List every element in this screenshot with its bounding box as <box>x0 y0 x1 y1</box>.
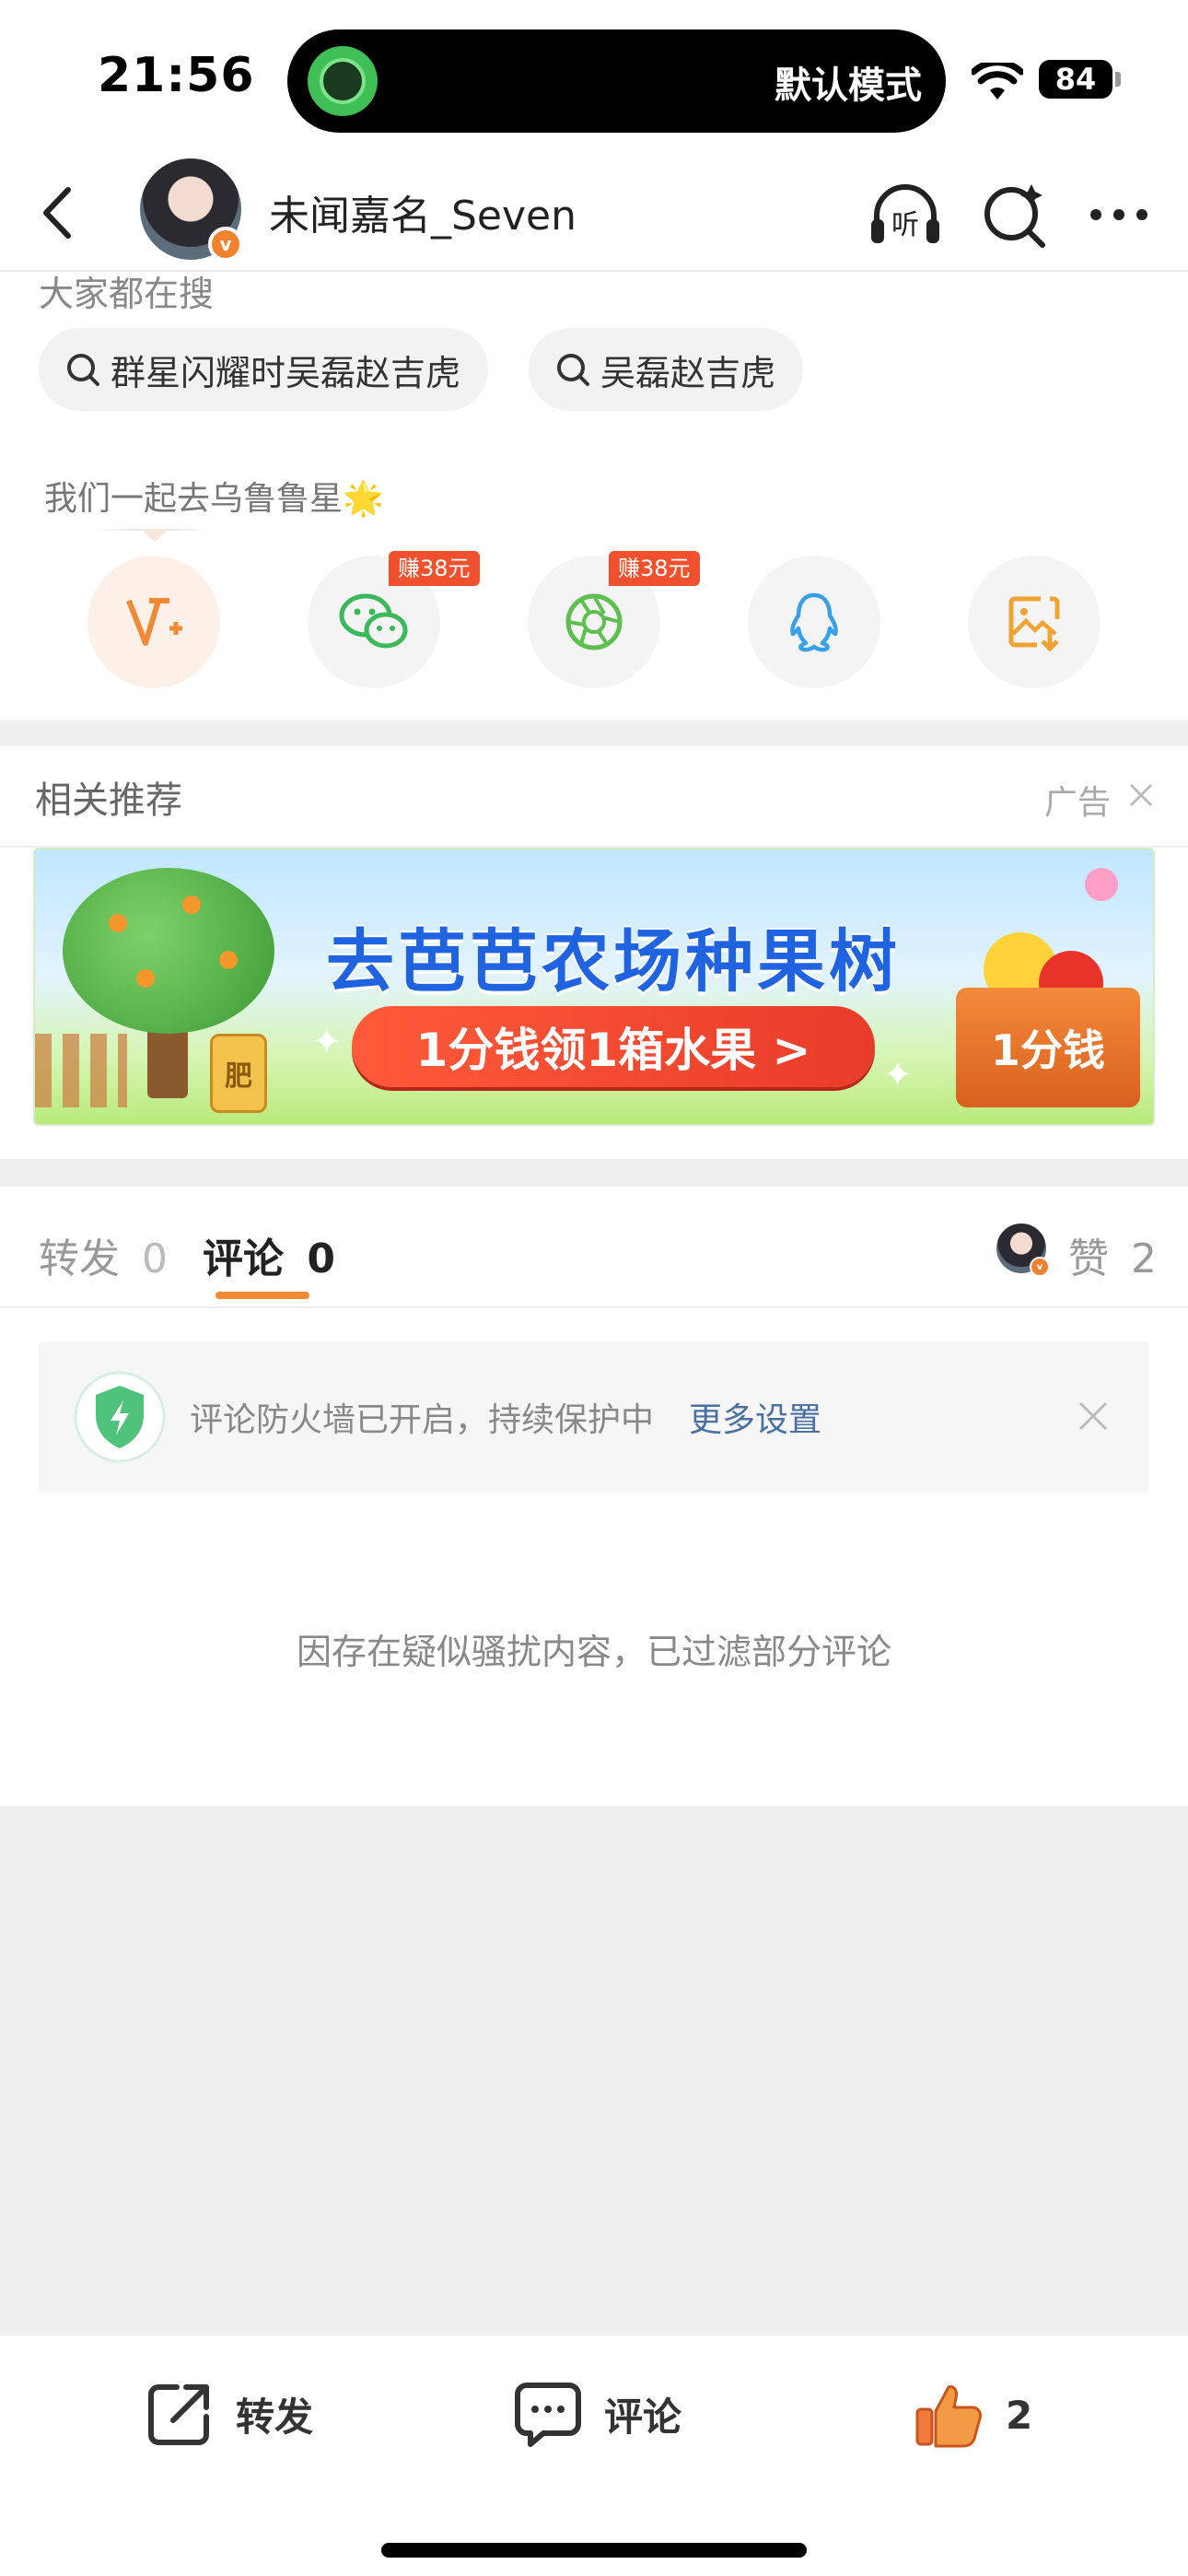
search-icon <box>67 354 99 386</box>
tab-repost-label: 转发 <box>39 1235 120 1282</box>
verified-badge-icon: v <box>1030 1257 1050 1277</box>
user-avatar[interactable]: v <box>140 158 243 262</box>
orange-fruit-graphic <box>219 951 238 969</box>
close-icon[interactable] <box>1076 1399 1111 1434</box>
tab-likes-label: 赞 <box>1068 1235 1109 1282</box>
wifi-icon <box>972 63 1023 100</box>
hot-search-chip[interactable]: 群星闪耀时吴磊赵吉虎 <box>39 328 489 411</box>
tab-likes[interactable]: 赞 2 <box>1068 1225 1157 1284</box>
liker-avatar[interactable]: v <box>996 1224 1050 1277</box>
qq-penguin-icon <box>790 592 838 652</box>
tab-comment-count: 0 <box>307 1235 335 1282</box>
tab-repost-count: 0 <box>142 1235 168 1282</box>
app-activity-icon <box>308 46 378 116</box>
bottom-like-button[interactable]: 2 <box>912 2378 1032 2452</box>
thumbs-up-icon <box>915 2385 982 2448</box>
shield-lightning-icon <box>74 1371 166 1463</box>
battery-nub <box>1115 72 1121 87</box>
related-recommend-title: 相关推荐 <box>35 779 182 822</box>
tab-repost[interactable]: 转发 0 <box>39 1225 168 1284</box>
home-indicator[interactable] <box>381 2543 807 2558</box>
search-icon <box>557 354 589 386</box>
nav-bar: v 未闻嘉名_Seven 听 <box>0 157 1188 272</box>
search-icon[interactable] <box>974 175 1054 254</box>
earn-badge: 赚38元 <box>389 551 480 586</box>
bottom-action-bar: 转发 评论 2 <box>0 2336 1188 2576</box>
hot-search-chip-label: 群星闪耀时吴磊赵吉虎 <box>111 352 461 393</box>
banner-cta-button[interactable]: 1分钱领1箱水果 > <box>352 1006 875 1087</box>
banner-title: 去芭芭农场种果树 <box>326 922 901 1001</box>
tab-likes-count: 2 <box>1131 1235 1157 1282</box>
section-divider <box>0 720 1188 746</box>
verified-badge-icon: v <box>208 227 243 262</box>
back-arrow-icon[interactable] <box>28 181 92 245</box>
empty-gray-area <box>0 1806 1188 2336</box>
tab-comment-label: 评论 <box>203 1235 284 1282</box>
sparkle-icon: ✦ <box>311 1021 343 1063</box>
sparkle-icon: ✦ <box>882 1054 914 1096</box>
orange-fruit-graphic <box>136 969 155 988</box>
orange-fruit-graphic <box>182 896 201 914</box>
ad-banner[interactable]: 肥 ✦ ✦ 去芭芭农场种果树 1分钱领1箱水果 > 1分钱 <box>33 848 1155 1126</box>
fence-graphic <box>35 1034 127 1107</box>
listen-headphones-icon[interactable]: 听 <box>866 175 945 254</box>
fruit-box-graphic: 1分钱 <box>956 988 1140 1107</box>
hot-search-chip[interactable]: 吴磊赵吉虎 <box>529 328 804 411</box>
earn-badge: 赚38元 <box>609 551 700 586</box>
comment-bubble-icon <box>515 2383 581 2447</box>
butterfly-graphic <box>1085 868 1118 901</box>
share-tip: 我们一起去乌鲁鲁星🌟 <box>44 480 384 518</box>
status-time: 21:56 <box>98 48 255 103</box>
moments-shutter-icon <box>565 593 623 650</box>
dynamic-island[interactable]: 默认模式 <box>287 29 946 133</box>
bottom-repost-button[interactable]: 转发 <box>144 2378 313 2450</box>
repost-icon <box>148 2384 209 2445</box>
active-tab-indicator <box>215 1292 309 1299</box>
bottom-comment-label: 评论 <box>604 2394 682 2440</box>
fertilizer-bag-graphic: 肥 <box>210 1034 267 1113</box>
more-icon[interactable] <box>1079 175 1159 254</box>
focus-mode-label: 默认模式 <box>775 64 922 107</box>
tab-comment[interactable]: 评论 0 <box>203 1225 335 1284</box>
more-settings-link[interactable]: 更多设置 <box>689 1393 821 1441</box>
username[interactable]: 未闻嘉名_Seven <box>269 182 577 241</box>
vip-plus-icon <box>126 598 182 646</box>
wechat-icon <box>339 593 408 649</box>
save-image-icon <box>1008 596 1060 652</box>
close-icon[interactable] <box>1127 781 1155 809</box>
hot-search-heading: 大家都在搜 <box>39 274 215 314</box>
ad-label: 广告 <box>1043 784 1111 822</box>
firewall-status-text: 评论防火墙已开启，持续保护中 <box>190 1401 655 1439</box>
share-save-image-button[interactable] <box>968 556 1101 688</box>
tabs-divider <box>0 1306 1188 1308</box>
bottom-like-count: 2 <box>1006 2392 1033 2438</box>
comment-firewall-notice: 评论防火墙已开启，持续保护中 更多设置 <box>39 1341 1149 1493</box>
svg-text:听: 听 <box>891 209 919 241</box>
share-vip-button[interactable] <box>87 556 220 688</box>
hot-search-chip-label: 吴磊赵吉虎 <box>600 352 776 393</box>
share-qq-button[interactable] <box>748 556 880 688</box>
fruit-tree-graphic <box>63 868 274 1034</box>
bottom-repost-label: 转发 <box>236 2394 314 2440</box>
bottom-comment-button[interactable]: 评论 <box>512 2378 681 2450</box>
battery-icon: 84 <box>1039 60 1112 99</box>
section-divider <box>0 1159 1188 1187</box>
filtered-comments-notice: 因存在疑似骚扰内容，已过滤部分评论 <box>296 1632 891 1672</box>
status-bar: 21:56 默认模式 84 <box>0 0 1188 157</box>
share-tip-caret <box>140 529 169 542</box>
orange-fruit-graphic <box>109 914 127 932</box>
